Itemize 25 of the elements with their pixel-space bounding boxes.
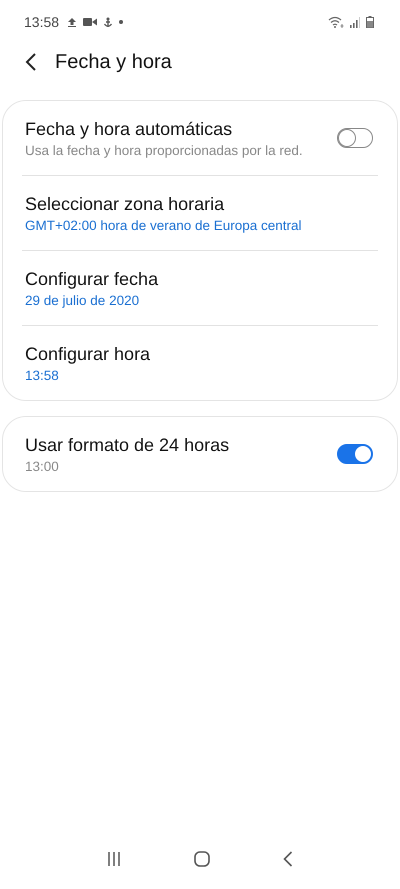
back-icon[interactable] [25,53,37,71]
recent-apps-icon[interactable] [106,851,121,867]
battery-icon [366,16,374,28]
setting-summary: 13:00 [25,458,60,474]
dot-icon [119,20,124,24]
video-camera-icon [83,17,98,27]
toggle-switch[interactable] [337,444,373,464]
setting-title[interactable]: Configurar fecha [25,268,373,290]
setting-title[interactable]: Configurar hora [25,344,373,364]
setting-value: 13:58 [25,368,60,382]
anchor-icon [103,16,114,28]
status-time: 13:58 [24,14,60,30]
setting-title[interactable]: Seleccionar zona horaria [25,194,373,214]
toggle-switch[interactable] [337,128,373,148]
setting-value: GMT+02:00 hora de verano de Europa central [25,218,303,232]
setting-title[interactable]: Usar formato de 24 horas [25,434,337,456]
upload-icon [67,17,78,27]
home-icon[interactable] [194,851,210,867]
setting-summary: Usa la fecha y hora proporcionadas por la red. [25,142,304,158]
setting-title[interactable]: Fecha y hora automáticas [25,118,337,140]
page-title: Fecha y hora [55,50,172,74]
wifi-icon [328,16,344,28]
signal-icon [350,16,360,28]
back-icon[interactable] [283,851,294,867]
setting-value: 29 de julio de 2020 [25,292,140,308]
